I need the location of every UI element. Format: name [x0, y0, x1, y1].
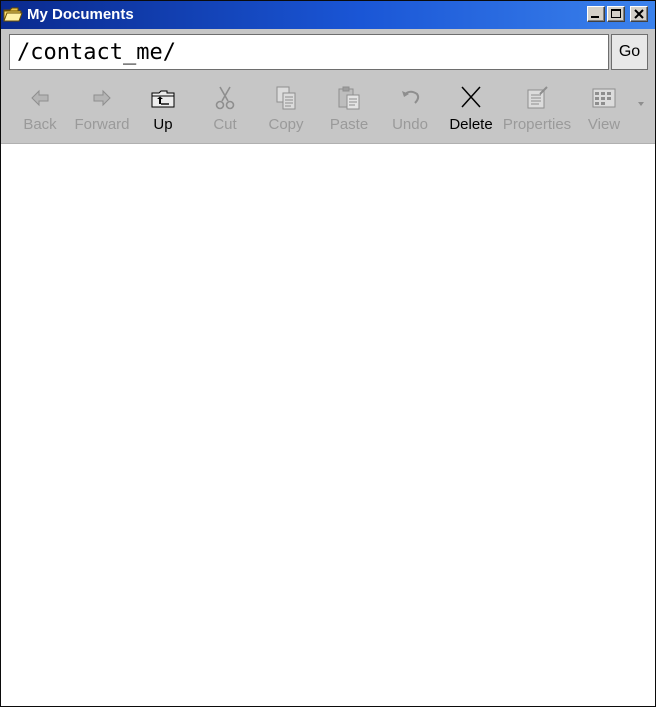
- go-button[interactable]: Go: [611, 34, 648, 70]
- back-arrow-icon: [31, 89, 49, 107]
- up-button[interactable]: Up: [145, 76, 181, 142]
- address-bar: Go: [1, 29, 655, 76]
- cut-label: Cut: [213, 116, 237, 133]
- paste-label: Paste: [329, 116, 369, 133]
- folder-icon: [3, 5, 23, 23]
- copy-icon: [276, 86, 296, 110]
- paste-button[interactable]: Paste: [327, 76, 371, 142]
- title-bar[interactable]: My Documents: [1, 1, 655, 29]
- delete-x-icon: [461, 86, 481, 108]
- forward-arrow-icon: [93, 89, 111, 107]
- properties-button[interactable]: Properties: [502, 76, 572, 142]
- undo-label: Undo: [392, 116, 428, 133]
- maximize-button[interactable]: [607, 6, 625, 22]
- copy-label: Copy: [268, 116, 304, 133]
- paste-icon: [338, 86, 360, 110]
- properties-label: Properties: [502, 116, 572, 133]
- close-icon: [634, 9, 644, 19]
- view-label: View: [587, 116, 621, 133]
- file-list-area[interactable]: [1, 144, 655, 706]
- up-label: Up: [153, 116, 173, 133]
- scissors-icon: [215, 86, 235, 110]
- view-icon: [592, 88, 616, 108]
- delete-button[interactable]: Delete: [447, 76, 495, 142]
- maximize-icon: [611, 9, 621, 18]
- window-title: My Documents: [27, 6, 134, 23]
- address-input[interactable]: [9, 34, 609, 70]
- view-button[interactable]: View: [584, 76, 624, 142]
- undo-button[interactable]: Undo: [389, 76, 431, 142]
- up-folder-icon: [151, 90, 175, 108]
- toolbar: Back Forward Up Cut Copy Paste Undo Dele…: [1, 76, 655, 144]
- undo-icon: [402, 90, 420, 104]
- copy-button[interactable]: Copy: [265, 76, 307, 142]
- explorer-window: My Documents Go Back: [0, 0, 656, 707]
- forward-button[interactable]: Forward: [73, 76, 131, 142]
- minimize-button[interactable]: [587, 6, 605, 22]
- cut-button[interactable]: Cut: [206, 76, 244, 142]
- forward-label: Forward: [74, 116, 130, 133]
- back-button[interactable]: Back: [19, 76, 61, 142]
- chevron-down-icon[interactable]: [637, 101, 645, 107]
- close-button[interactable]: [630, 6, 648, 22]
- back-label: Back: [23, 116, 57, 133]
- minimize-icon: [591, 16, 599, 18]
- properties-icon: [527, 86, 548, 109]
